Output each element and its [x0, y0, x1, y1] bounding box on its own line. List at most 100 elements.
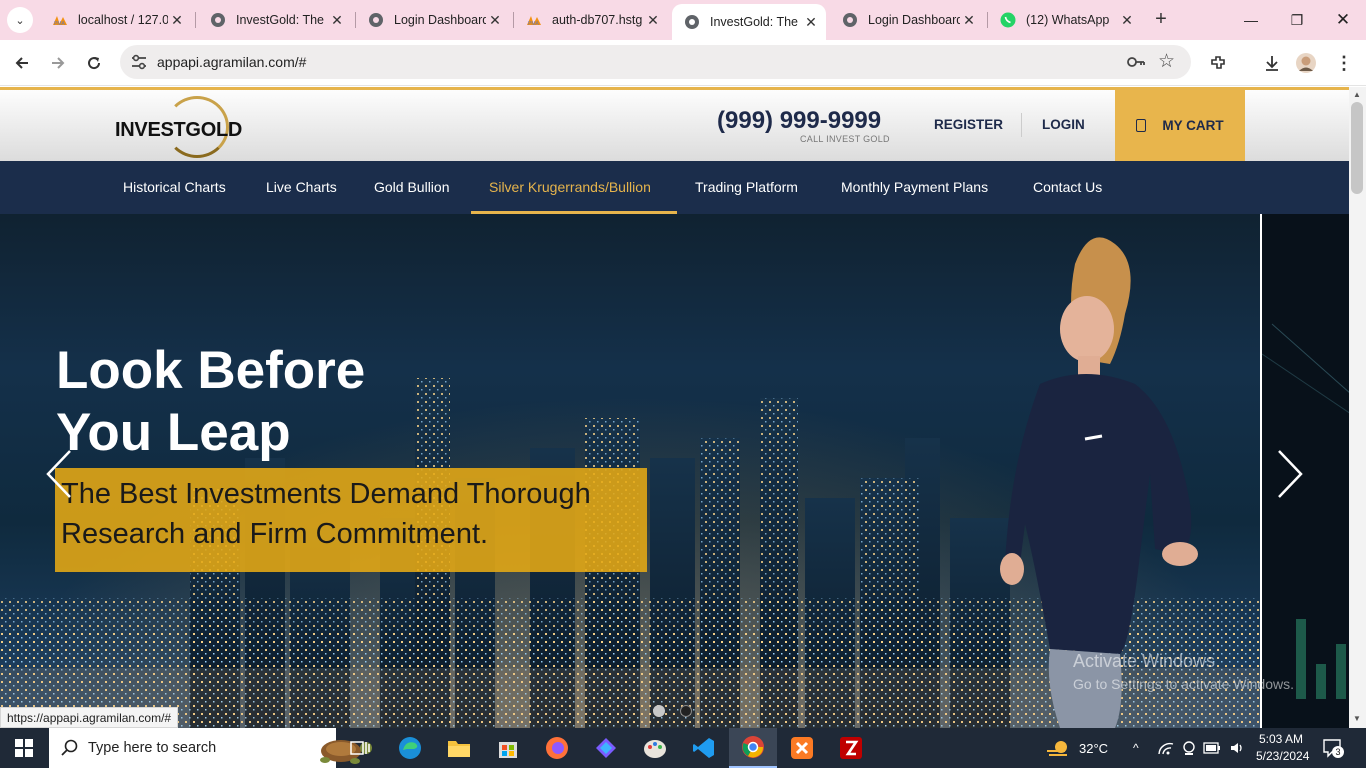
close-tab-icon[interactable]: ✕ [486, 12, 504, 29]
tab-search-button[interactable]: ⌄ [7, 7, 33, 33]
url-text[interactable]: appapi.agramilan.com/# [157, 54, 306, 70]
microsoft-store-icon[interactable] [484, 728, 532, 768]
paint-icon[interactable] [631, 728, 679, 768]
notification-center-button[interactable]: 3 [1322, 738, 1344, 758]
nav-monthly-payment-plans[interactable]: Monthly Payment Plans [841, 161, 988, 214]
clock-date: 5/23/2024 [1256, 749, 1310, 763]
vscode-icon[interactable] [680, 728, 728, 768]
filezilla-icon[interactable] [827, 728, 875, 768]
activate-windows-watermark: Activate Windows Go to Settings to activ… [1073, 651, 1294, 692]
browser-tab[interactable]: Login Dashboard ✕ [830, 6, 984, 34]
nav-historical-charts[interactable]: Historical Charts [123, 161, 226, 214]
show-hidden-icons-button[interactable]: ^ [1133, 728, 1139, 768]
browser-tab[interactable]: (12) WhatsApp ✕ [988, 6, 1142, 34]
browser-menu-icon[interactable]: ⋮ [1332, 51, 1356, 75]
password-key-icon[interactable] [1126, 53, 1146, 71]
globe-icon [684, 14, 700, 30]
network-icon[interactable] [1157, 728, 1175, 768]
scrollbar-thumb[interactable] [1351, 102, 1363, 194]
browser-tab[interactable]: PMA auth-db707.hstg ✕ [514, 6, 668, 34]
restore-button[interactable]: ❐ [1274, 0, 1320, 40]
next-slide-arrow-icon[interactable] [1275, 449, 1305, 499]
tab-separator [195, 12, 196, 28]
nav-trading-platform[interactable]: Trading Platform [695, 161, 798, 214]
battery-icon[interactable] [1203, 728, 1221, 768]
weather-temperature: 32°C [1079, 740, 1109, 756]
browser-tab-active[interactable]: InvestGold: The ✕ [672, 4, 826, 40]
minimize-button[interactable]: — [1228, 0, 1274, 40]
browser-tab[interactable]: InvestGold: The ✕ [198, 6, 352, 34]
taskbar-search-box[interactable]: Type here to search [49, 728, 372, 768]
site-info-icon[interactable] [130, 53, 148, 71]
slide-dot-1[interactable] [653, 705, 665, 717]
copilot-app-icon[interactable] [582, 728, 630, 768]
chrome-icon[interactable] [729, 728, 777, 768]
main-navigation: Historical Charts Live Charts Gold Bulli… [0, 161, 1349, 214]
windows-logo-icon [15, 739, 33, 757]
forward-button[interactable] [44, 49, 72, 77]
reload-button[interactable] [80, 49, 108, 77]
hero-headline-line1: Look Before [56, 341, 366, 400]
logo-text: INVESTGOLD [115, 119, 243, 141]
notification-badge: 3 [1332, 746, 1344, 758]
downloads-icon[interactable] [1260, 51, 1284, 75]
extensions-icon[interactable] [1206, 51, 1230, 75]
windows-taskbar: Type here to search 32°C ^ 5:03 AM 5/23/… [0, 728, 1366, 768]
nav-contact-us[interactable]: Contact Us [1033, 161, 1102, 214]
close-tab-icon[interactable]: ✕ [644, 12, 662, 29]
search-placeholder: Type here to search [88, 740, 217, 756]
file-explorer-icon[interactable] [435, 728, 483, 768]
close-tab-icon[interactable]: ✕ [1118, 12, 1136, 29]
register-link[interactable]: REGISTER [934, 117, 1003, 132]
weather-widget[interactable]: 32°C [1045, 728, 1108, 768]
phone-caption: CALL INVEST GOLD [800, 134, 890, 144]
link-status-bubble: https://appapi.agramilan.com/# [0, 707, 179, 728]
browser-tab-strip: ⌄ PMA localhost / 127.0 ✕ InvestGold: Th… [0, 0, 1366, 40]
edge-icon[interactable] [386, 728, 434, 768]
taskbar-clock[interactable]: 5:03 AM 5/23/2024 [1256, 731, 1310, 765]
nav-silver-krugerrands[interactable]: Silver Krugerrands/Bullion [489, 161, 651, 214]
close-tab-icon[interactable]: ✕ [960, 12, 978, 29]
address-bar[interactable]: appapi.agramilan.com/# ☆ [120, 45, 1191, 79]
header-divider [1021, 113, 1022, 137]
nav-live-charts[interactable]: Live Charts [266, 161, 337, 214]
browser-tab[interactable]: PMA localhost / 127.0 ✕ [40, 6, 192, 34]
xampp-icon[interactable] [778, 728, 826, 768]
slide-dot-2[interactable] [680, 705, 692, 717]
hero-subtitle-line1: The Best Investments Demand Thorough [61, 478, 591, 510]
browser-tab[interactable]: Login Dashboard ✕ [356, 6, 510, 34]
close-tab-icon[interactable]: ✕ [802, 14, 820, 31]
phpmyadmin-icon: PMA [52, 12, 68, 28]
nav-gold-bullion[interactable]: Gold Bullion [374, 161, 450, 214]
firefox-icon[interactable] [533, 728, 581, 768]
scroll-up-icon[interactable]: ▲ [1353, 90, 1361, 99]
bookmark-star-icon[interactable]: ☆ [1158, 50, 1175, 73]
hero-headline-line2: You Leap [56, 403, 291, 462]
phpmyadmin-icon: PMA [526, 12, 542, 28]
hero-slider: Look Before You Leap The Best Investment… [0, 214, 1349, 728]
close-tab-icon[interactable]: ✕ [328, 12, 346, 29]
cart-label: MY CART [1162, 118, 1224, 133]
globe-icon [842, 12, 858, 28]
my-cart-button[interactable]: MY CART [1115, 90, 1245, 161]
close-tab-icon[interactable]: ✕ [168, 12, 186, 29]
close-window-button[interactable]: ✕ [1320, 0, 1366, 40]
task-view-button[interactable] [336, 728, 384, 768]
scroll-down-icon[interactable]: ▼ [1353, 714, 1361, 723]
globe-icon [368, 12, 384, 28]
back-arrow-icon [15, 57, 28, 69]
new-tab-button[interactable]: + [1150, 9, 1172, 31]
back-button[interactable] [8, 49, 36, 77]
webcam-icon[interactable] [1181, 728, 1197, 768]
cart-bag-icon [1136, 119, 1147, 132]
svg-text:PMA: PMA [528, 21, 540, 26]
login-link[interactable]: LOGIN [1042, 117, 1085, 132]
whatsapp-icon [1000, 12, 1016, 28]
prev-slide-arrow-icon[interactable] [44, 449, 74, 499]
page-scrollbar[interactable]: ▲ ▼ [1349, 87, 1366, 728]
start-button[interactable] [0, 728, 48, 768]
volume-icon[interactable] [1229, 728, 1245, 768]
profile-avatar[interactable] [1294, 51, 1318, 75]
site-logo[interactable]: INVESTGOLD [115, 96, 242, 158]
phone-number[interactable]: (999) 999-9999 [717, 107, 881, 135]
